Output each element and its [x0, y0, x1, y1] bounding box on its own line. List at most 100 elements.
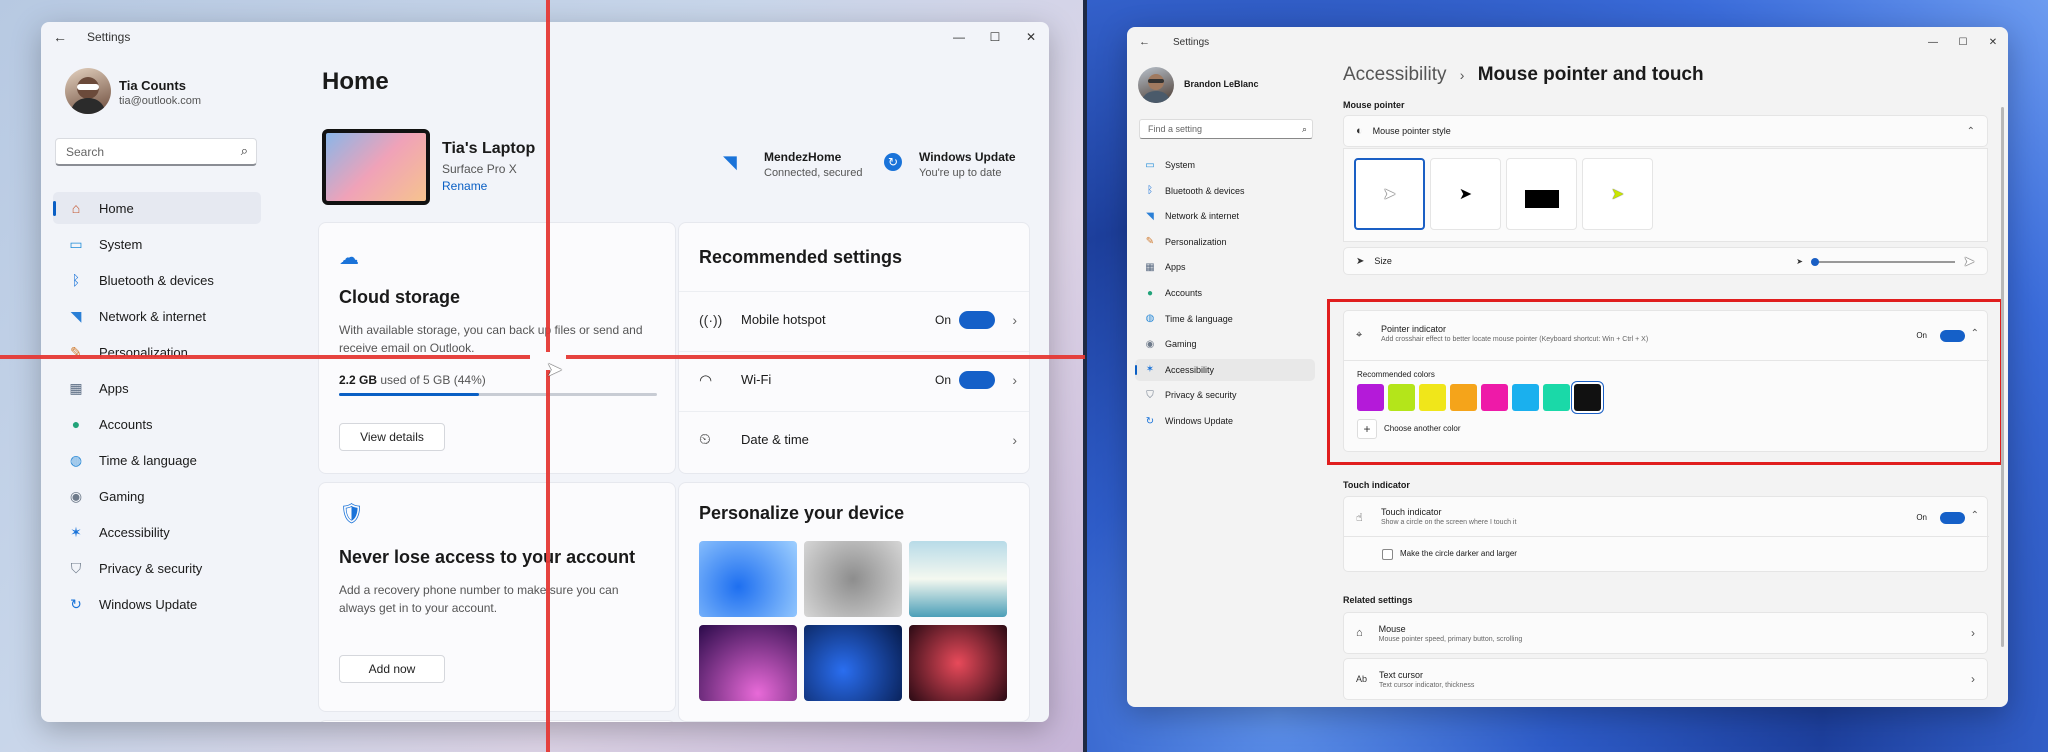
section-touch: Touch indicator: [1343, 480, 1410, 490]
sidebar-item-apps[interactable]: ▦ Apps: [53, 372, 261, 404]
size-slider-thumb[interactable]: [1811, 258, 1819, 266]
sidebar-item-personalization[interactable]: ✎ Personalization: [1135, 231, 1315, 253]
related-mouse-row[interactable]: ⌂ Mouse Mouse pointer speed, primary but…: [1343, 612, 1988, 654]
related-text-cursor-row[interactable]: Ab Text cursor Text cursor indicator, th…: [1343, 658, 1988, 700]
sidebar-item-accessibility[interactable]: ✶ Accessibility: [1135, 358, 1315, 381]
pointer-style-black[interactable]: ➤: [1430, 158, 1501, 230]
add-now-button[interactable]: Add now: [339, 655, 445, 683]
sidebar-item-label: Windows Update: [99, 596, 198, 612]
minimize-button[interactable]: —: [1918, 27, 1948, 57]
search-icon[interactable]: ⌕: [1302, 124, 1307, 135]
recommended-row-datetime[interactable]: ⏲ Date & time ›: [679, 411, 1029, 467]
theme-thumbnail[interactable]: [699, 625, 797, 701]
inverted-pointer-icon: [1524, 190, 1559, 208]
sidebar-item-accounts[interactable]: ● Accounts: [1135, 282, 1315, 304]
sidebar-item-network-internet[interactable]: ◥ Network & internet: [1135, 205, 1315, 227]
view-details-button[interactable]: View details: [339, 423, 445, 451]
theme-thumbnail[interactable]: [804, 625, 902, 701]
search-input[interactable]: Find a setting ⌕: [1139, 119, 1313, 139]
related-mouse-desc: Mouse pointer speed, primary button, scr…: [1378, 635, 1523, 643]
back-arrow-icon[interactable]: ←: [53, 29, 73, 45]
hotspot-label: Mobile hotspot: [741, 312, 826, 327]
sidebar-item-accounts[interactable]: ● Accounts: [53, 408, 261, 440]
chevron-right-icon: ›: [1012, 431, 1017, 448]
touch-icon: ☝: [1356, 512, 1363, 524]
search-icon[interactable]: ⌕: [241, 143, 248, 159]
size-row: ➤ Size ➤ ➤: [1343, 247, 1988, 275]
breadcrumb-parent[interactable]: Accessibility: [1343, 64, 1446, 85]
chevron-right-icon: ›: [1012, 311, 1017, 328]
sidebar-item-label: System: [99, 236, 143, 252]
minimize-button[interactable]: —: [941, 22, 977, 52]
sidebar-item-apps[interactable]: ▦ Apps: [1135, 256, 1315, 278]
update-status-subtitle: You're up to date: [919, 167, 1002, 179]
sidebar-item-personalization[interactable]: ✎ Personalization: [53, 336, 261, 368]
maximize-button[interactable]: ☐: [977, 22, 1013, 52]
cloud-description: With available storage, you can back up …: [339, 323, 643, 355]
touch-indicator-panel: ☝ Touch indicator Show a circle on the s…: [1343, 496, 1989, 572]
sidebar-item-label: Network & internet: [99, 308, 206, 324]
storage-progress: [339, 393, 657, 396]
recommended-row-wifi[interactable]: ◠ Wi-Fi On ›: [679, 351, 1029, 407]
update-status-title[interactable]: Windows Update: [919, 150, 1016, 164]
sidebar-item-gaming[interactable]: ◉ Gaming: [1135, 333, 1315, 355]
wifi-icon: ◠: [699, 371, 713, 389]
sidebar-item-label: Time & language: [99, 452, 197, 468]
sidebar-item-bluetooth-devices[interactable]: ᛒ Bluetooth & devices: [1135, 180, 1315, 202]
darker-circle-checkbox[interactable]: [1382, 549, 1393, 560]
chevron-up-icon[interactable]: ⌃: [1971, 510, 1979, 521]
sidebar-item-label: Accessibility: [99, 524, 170, 540]
sidebar-item-label: Gaming: [1165, 339, 1197, 350]
sidebar-item-windows-update[interactable]: ↻ Windows Update: [53, 588, 261, 620]
theme-thumbnail[interactable]: [909, 625, 1007, 701]
back-arrow-icon[interactable]: ←: [1139, 36, 1159, 48]
theme-thumbnail[interactable]: [699, 541, 797, 617]
sidebar-item-label: Gaming: [99, 488, 145, 504]
gaming-icon: ◉: [1145, 338, 1155, 350]
mouse-pointer-style-row[interactable]: ◐ Mouse pointer style ⌃: [1343, 115, 1988, 147]
pointer-style-inverted[interactable]: [1506, 158, 1577, 230]
sidebar-item-windows-update[interactable]: ↻ Windows Update: [1135, 410, 1315, 432]
hotspot-toggle[interactable]: [959, 310, 995, 329]
sidebar-item-label: Network & internet: [1165, 211, 1240, 222]
size-slider[interactable]: [1811, 258, 1955, 266]
accounts-icon: ●: [71, 416, 81, 432]
sidebar-item-privacy-security[interactable]: ⛉ Privacy & security: [53, 552, 261, 584]
touch-indicator-toggle[interactable]: [1940, 512, 1965, 524]
sidebar-item-bluetooth-devices[interactable]: ᛒ Bluetooth & devices: [53, 264, 261, 296]
settings-window-right: ← Settings — ☐ ✕ Brandon LeBlanc Find a …: [1127, 27, 2008, 707]
sidebar-item-gaming[interactable]: ◉ Gaming: [53, 480, 261, 512]
close-button[interactable]: ✕: [1978, 27, 2008, 57]
storage-progress-fill: [339, 393, 479, 396]
sidebar-item-privacy-security[interactable]: ⛉ Privacy & security: [1135, 384, 1315, 406]
sidebar-item-home[interactable]: ⌂ Home: [53, 192, 261, 224]
avatar[interactable]: [65, 68, 111, 114]
avatar[interactable]: [1138, 67, 1174, 103]
account-card: 🛡 Never lose access to your account Add …: [318, 482, 676, 712]
sidebar-item-time-language[interactable]: ◍ Time & language: [1135, 308, 1315, 330]
sidebar-item-system[interactable]: ▭ System: [1135, 154, 1315, 176]
storage-usage: 2.2 GB used of 5 GB (44%): [339, 373, 486, 387]
close-button[interactable]: ✕: [1013, 22, 1049, 52]
touch-indicator-row[interactable]: ☝ Touch indicator Show a circle on the s…: [1344, 497, 1989, 537]
rename-link[interactable]: Rename: [442, 179, 487, 193]
crosshair-horizontal: [566, 355, 1085, 359]
sidebar-item-accessibility[interactable]: ✶ Accessibility: [53, 516, 261, 548]
search-input[interactable]: Search ⌕: [55, 138, 257, 166]
scrollbar[interactable]: [2001, 107, 2004, 647]
update-icon: ↻: [70, 595, 82, 612]
breadcrumb-separator: ›: [1459, 67, 1465, 83]
theme-thumbnail[interactable]: [804, 541, 902, 617]
pointer-style-white[interactable]: ➤: [1354, 158, 1425, 230]
recommended-row-hotspot[interactable]: ((·)) Mobile hotspot On ›: [679, 291, 1029, 347]
wifi-toggle[interactable]: [959, 370, 995, 389]
maximize-button[interactable]: ☐: [1948, 27, 1978, 57]
sidebar-item-system[interactable]: ▭ System: [53, 228, 261, 260]
chevron-up-icon[interactable]: ⌃: [1967, 126, 1975, 137]
sidebar-item-time-language[interactable]: ◍ Time & language: [53, 444, 261, 476]
sidebar-item-network-internet[interactable]: ◥ Network & internet: [53, 300, 261, 332]
sidebar-item-label: Apps: [1165, 262, 1186, 273]
pointer-style-custom[interactable]: ➤: [1582, 158, 1653, 230]
theme-thumbnail[interactable]: [909, 541, 1007, 617]
network-status-title[interactable]: MendezHome: [764, 150, 841, 164]
